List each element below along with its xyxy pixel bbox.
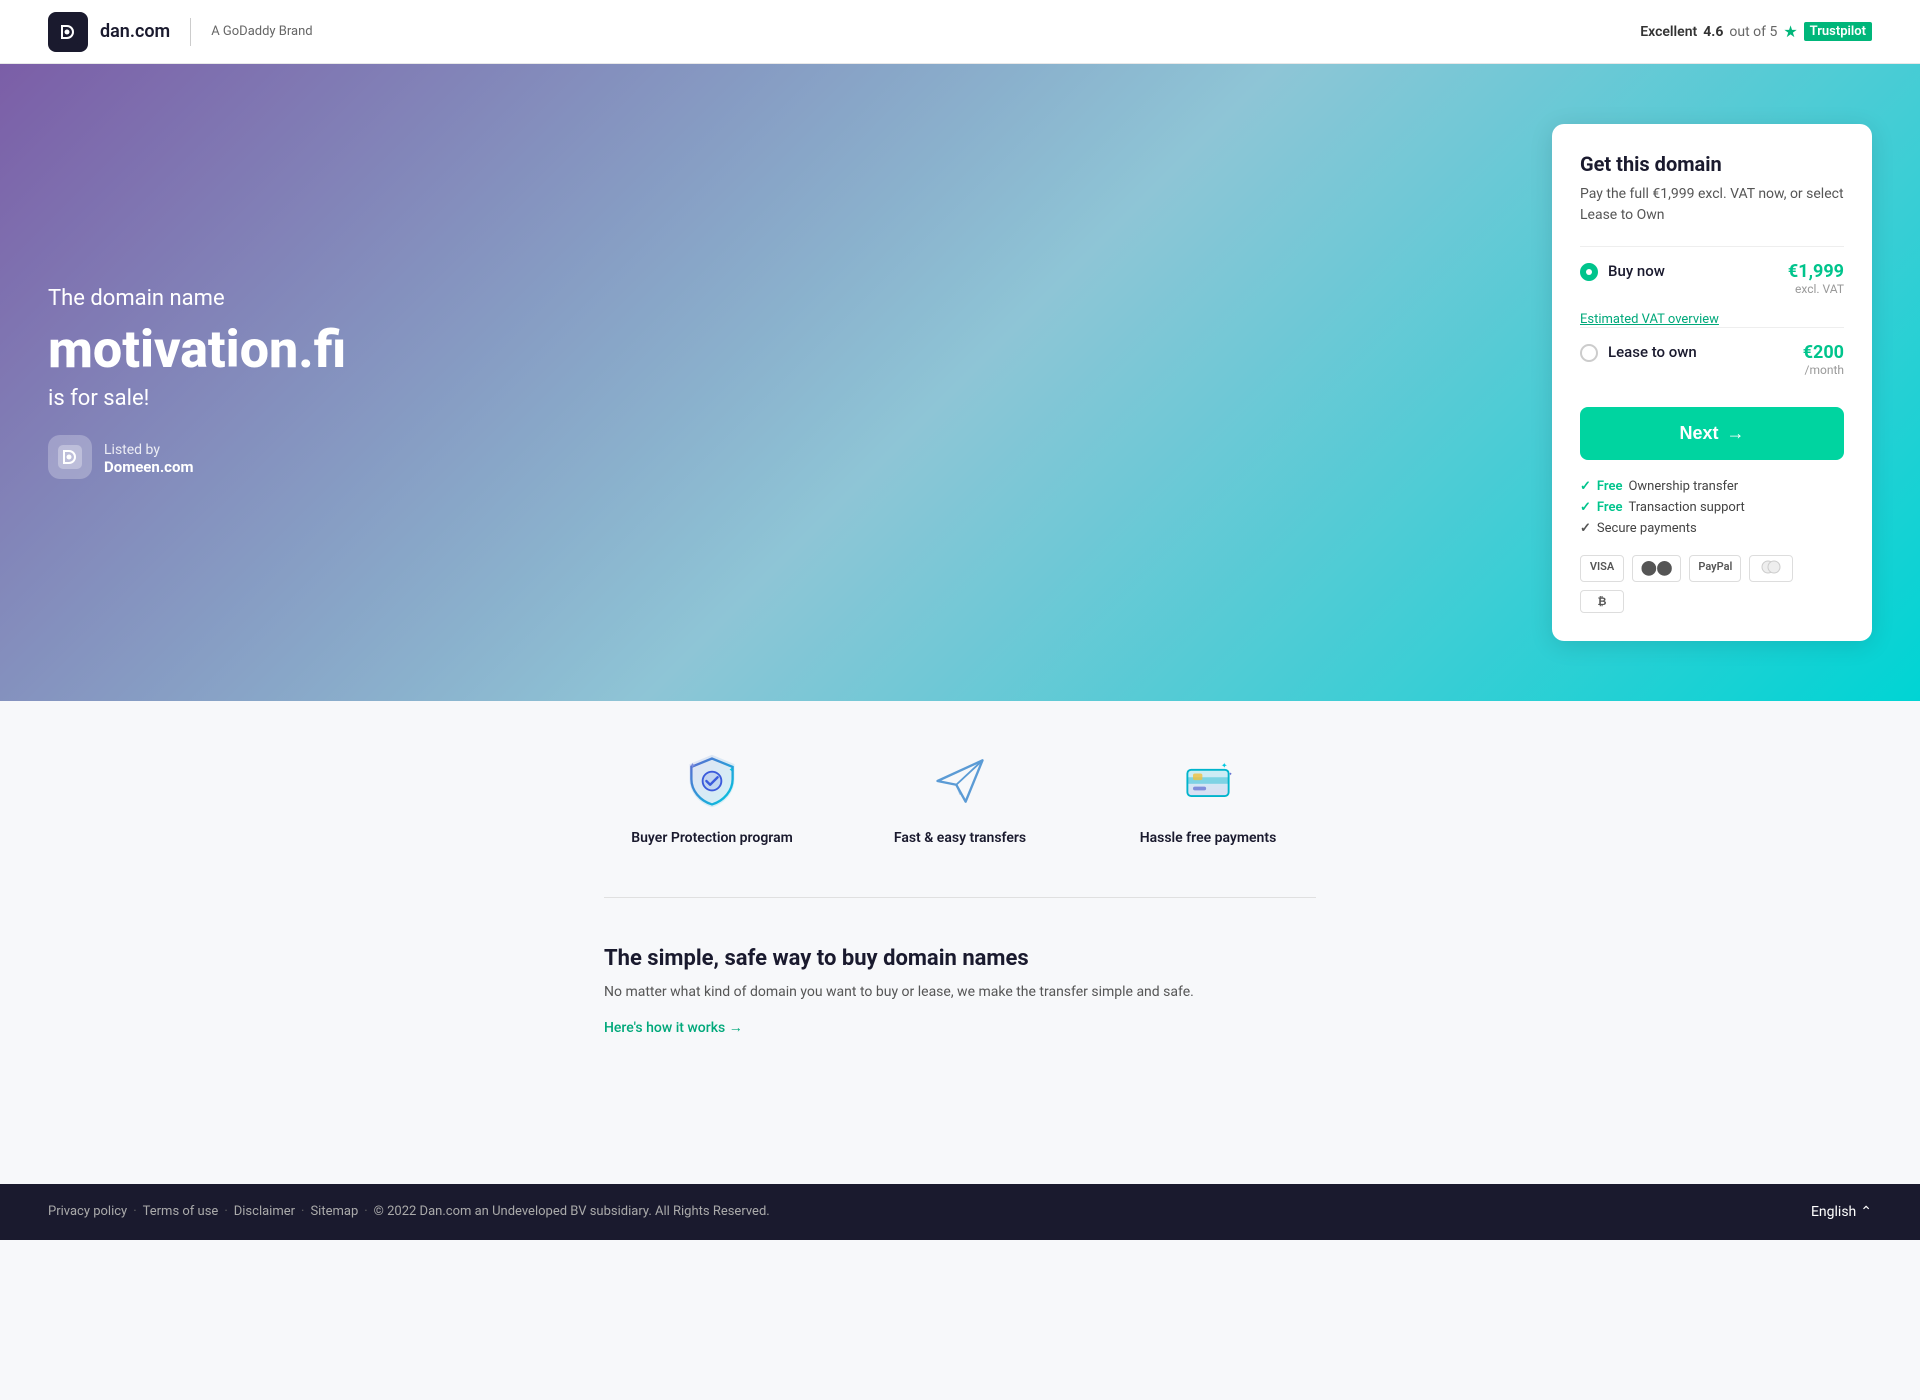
lease-label: Lease to own bbox=[1608, 343, 1697, 361]
feature-1-free: Free bbox=[1597, 479, 1623, 494]
hero-forsale: is for sale! bbox=[48, 386, 346, 411]
listed-text-block: Listed by Domeen.com bbox=[104, 439, 193, 476]
terms-link[interactable]: Terms of use bbox=[143, 1204, 219, 1219]
visa-icon: VISA bbox=[1580, 555, 1624, 582]
sitemap-link[interactable]: Sitemap bbox=[310, 1204, 358, 1219]
feature-2-text: Transaction support bbox=[1628, 500, 1744, 515]
language-label: English bbox=[1811, 1204, 1856, 1220]
feature-hassle-free: ✦ ✦ Hassle free payments bbox=[1100, 749, 1316, 849]
lease-radio[interactable] bbox=[1580, 344, 1598, 362]
plane-feature-icon bbox=[928, 749, 992, 813]
site-header: dan.com A GoDaddy Brand Excellent 4.6 ou… bbox=[0, 0, 1920, 64]
features-section: ✦ ✦ Buyer Protection program Fast & easy… bbox=[604, 749, 1316, 898]
svg-text:✦: ✦ bbox=[729, 767, 734, 774]
lease-option[interactable]: Lease to own €200 /month bbox=[1580, 327, 1844, 391]
logo-text: dan.com bbox=[100, 21, 170, 42]
hero-section: The domain name motivation.fi is for sal… bbox=[0, 64, 1920, 701]
paypal-icon: PayPal bbox=[1689, 555, 1741, 582]
disclaimer-link[interactable]: Disclaimer bbox=[234, 1204, 295, 1219]
header-divider bbox=[190, 18, 191, 46]
feature-2-free: Free bbox=[1597, 500, 1623, 515]
info-description: No matter what kind of domain you want t… bbox=[604, 981, 1316, 1003]
svg-text:✦: ✦ bbox=[690, 761, 697, 770]
trustpilot-logo[interactable]: Trustpilot bbox=[1804, 22, 1872, 41]
feature-1-text: Ownership transfer bbox=[1628, 479, 1738, 494]
main-content: ✦ ✦ Buyer Protection program Fast & easy… bbox=[580, 701, 1340, 1084]
bitcoin-icon: ₿ bbox=[1580, 590, 1624, 613]
next-arrow: → bbox=[1727, 423, 1745, 444]
buy-now-excl: excl. VAT bbox=[1788, 282, 1844, 296]
listed-by-label: Listed by Domeen.com bbox=[104, 442, 193, 476]
next-label: Next bbox=[1679, 423, 1718, 444]
check-icon-2: ✓ bbox=[1580, 500, 1591, 515]
vat-overview-link[interactable]: Estimated VAT overview bbox=[1580, 312, 1844, 327]
feature-easy-transfers: Fast & easy transfers bbox=[852, 749, 1068, 849]
trustpilot-area: Excellent 4.6 out of 5 ★ Trustpilot bbox=[1640, 22, 1872, 41]
how-link-arrow: → bbox=[729, 1020, 743, 1036]
lease-price: €200 bbox=[1803, 342, 1844, 363]
mastercard-icon: ⬤⬤ bbox=[1632, 555, 1681, 582]
buy-now-price-block: €1,999 excl. VAT bbox=[1788, 261, 1844, 296]
trustpilot-stars: ★ bbox=[1783, 22, 1797, 41]
fast-transfers-label: Fast & easy transfers bbox=[852, 829, 1068, 849]
buy-now-price: €1,999 bbox=[1788, 261, 1844, 282]
godaddy-brand: A GoDaddy Brand bbox=[211, 24, 312, 39]
language-selector[interactable]: English ⌃ bbox=[1811, 1204, 1872, 1220]
hero-subtitle: The domain name bbox=[48, 286, 346, 311]
how-link-text: Here's how it works bbox=[604, 1020, 725, 1036]
lang-arrow-icon: ⌃ bbox=[1860, 1204, 1872, 1220]
lease-per: /month bbox=[1803, 363, 1844, 377]
buy-now-option[interactable]: Buy now €1,999 excl. VAT bbox=[1580, 246, 1844, 310]
shield-feature-icon: ✦ ✦ bbox=[680, 749, 744, 813]
card-feature-icon: ✦ ✦ bbox=[1176, 749, 1240, 813]
site-footer: Privacy policy · Terms of use · Disclaim… bbox=[0, 1184, 1920, 1240]
footer-links: Privacy policy · Terms of use · Disclaim… bbox=[48, 1204, 770, 1219]
trustpilot-label: Excellent bbox=[1640, 24, 1697, 40]
next-button[interactable]: Next → bbox=[1580, 407, 1844, 460]
buyer-protection-label: Buyer Protection program bbox=[604, 829, 820, 849]
feature-3-text: Secure payments bbox=[1597, 521, 1697, 536]
hassle-free-label: Hassle free payments bbox=[1100, 829, 1316, 849]
payment-icons-row: VISA ⬤⬤ PayPal ₿ bbox=[1580, 555, 1844, 613]
svg-text:✦: ✦ bbox=[1229, 771, 1233, 777]
check-icon-1: ✓ bbox=[1580, 479, 1591, 494]
card-subtitle: Pay the full €1,999 excl. VAT now, or se… bbox=[1580, 184, 1844, 226]
feature-ownership: ✓ Free Ownership transfer bbox=[1580, 476, 1844, 497]
transfer-icon bbox=[1749, 555, 1793, 582]
feature-secure: ✓ Secure payments bbox=[1580, 518, 1844, 539]
buy-now-radio[interactable] bbox=[1580, 263, 1598, 281]
privacy-link[interactable]: Privacy policy bbox=[48, 1204, 127, 1219]
copyright-text: © 2022 Dan.com an Undeveloped BV subsidi… bbox=[374, 1204, 770, 1219]
info-title: The simple, safe way to buy domain names bbox=[604, 946, 1316, 971]
purchase-card: Get this domain Pay the full €1,999 excl… bbox=[1552, 124, 1872, 641]
seller-name: Domeen.com bbox=[104, 458, 193, 476]
seller-icon bbox=[48, 435, 92, 479]
info-section: The simple, safe way to buy domain names… bbox=[604, 946, 1316, 1036]
header-logo-area: dan.com A GoDaddy Brand bbox=[48, 12, 313, 52]
feature-buyer-protection: ✦ ✦ Buyer Protection program bbox=[604, 749, 820, 849]
hero-listed-by: Listed by Domeen.com bbox=[48, 435, 346, 479]
hero-domain: motivation.fi bbox=[48, 319, 346, 380]
feature-transaction: ✓ Free Transaction support bbox=[1580, 497, 1844, 518]
trustpilot-score: 4.6 bbox=[1703, 24, 1723, 40]
trustpilot-of: out of 5 bbox=[1729, 24, 1777, 40]
card-features-list: ✓ Free Ownership transfer ✓ Free Transac… bbox=[1580, 476, 1844, 539]
check-icon-3: ✓ bbox=[1580, 521, 1591, 536]
buy-now-left: Buy now bbox=[1580, 261, 1665, 281]
dan-logo-icon[interactable] bbox=[48, 12, 88, 52]
lease-price-block: €200 /month bbox=[1803, 342, 1844, 377]
how-it-works-link[interactable]: Here's how it works → bbox=[604, 1020, 743, 1036]
buy-now-label: Buy now bbox=[1608, 262, 1665, 280]
lease-left: Lease to own bbox=[1580, 342, 1697, 362]
svg-text:✦: ✦ bbox=[1221, 761, 1228, 770]
hero-text: The domain name motivation.fi is for sal… bbox=[48, 286, 346, 479]
card-title: Get this domain bbox=[1580, 152, 1844, 176]
